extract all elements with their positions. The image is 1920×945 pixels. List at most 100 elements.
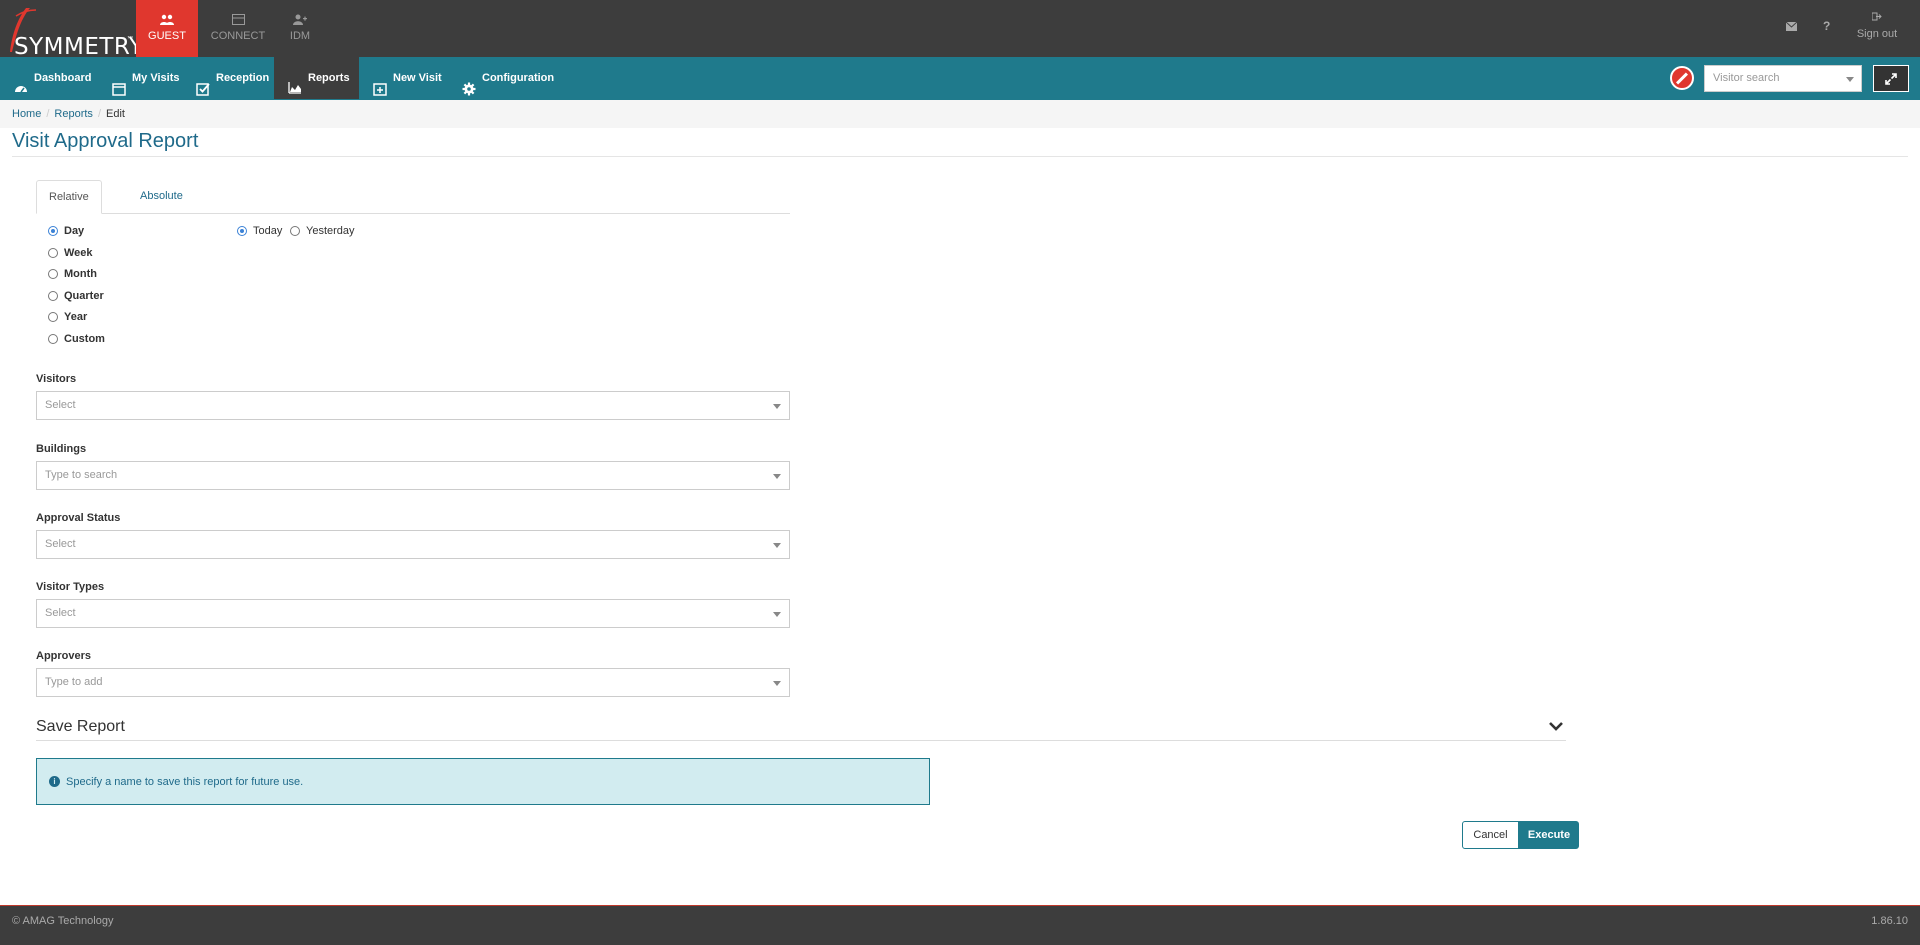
execute-button[interactable]: Execute [1519,821,1579,849]
radio-today-label: Today [253,225,283,237]
radio-month-label: Month [64,268,97,280]
help-icon[interactable]: ? [1823,19,1830,33]
nav-reports[interactable]: Reports [274,57,359,99]
breadcrumb-separator: / [97,108,101,120]
visitors-placeholder: Select [45,399,76,411]
visitor-types-select[interactable]: Select [36,599,790,628]
radio-yesterday-label: Yesterday [306,225,355,237]
radio-yesterday[interactable]: Yesterday [290,225,355,237]
calendar-icon [112,72,126,96]
approvers-placeholder: Type to add [45,676,103,688]
buildings-label: Buildings [36,443,87,455]
chevron-down-icon [773,543,781,548]
radio-button[interactable] [48,248,58,258]
nav-new-visit-label: New Visit [393,72,442,84]
breadcrumb-current: Edit [106,108,125,120]
radio-button[interactable] [48,291,58,301]
module-connect-label: CONNECT [210,30,266,42]
radio-button[interactable] [48,269,58,279]
fullscreen-button[interactable] [1873,65,1909,92]
buildings-placeholder: Type to search [45,469,118,481]
symmetry-logo[interactable]: SYMMETRY ™ [6,6,143,60]
breadcrumb-home[interactable]: Home [12,108,41,120]
radio-button[interactable] [290,226,300,236]
module-idm-label: IDM [289,30,311,42]
radio-quarter-label: Quarter [64,290,104,302]
radio-today[interactable]: Today [237,225,282,237]
nav-dashboard[interactable]: Dashboard [0,57,91,100]
chevron-down-icon [773,612,781,617]
users-icon [160,14,174,26]
date-mode-tabs: Relative Absolute [36,180,790,214]
chevron-down-icon [1846,77,1854,82]
radio-year[interactable]: Year [48,311,87,323]
nav-reception[interactable]: Reception [182,57,269,100]
radio-day[interactable]: Day [48,225,84,237]
radio-button[interactable] [48,312,58,322]
breadcrumb-reports[interactable]: Reports [54,108,93,120]
save-info-alert: i Specify a name to save this report for… [36,758,930,805]
radio-month[interactable]: Month [48,268,97,280]
approval-status-select[interactable]: Select [36,530,790,559]
radio-custom-label: Custom [64,333,105,345]
info-icon: i [49,776,60,787]
sign-out-button[interactable]: Sign out [1852,12,1902,40]
envelope-icon[interactable] [1785,20,1798,34]
tab-relative[interactable]: Relative [36,180,102,214]
page-title: Visit Approval Report [12,130,199,152]
radio-button[interactable] [48,226,58,236]
approval-status-label: Approval Status [36,512,121,524]
check-square-icon [196,72,210,96]
module-guest[interactable]: GUEST [136,0,198,57]
nav-configuration-label: Configuration [482,72,555,84]
approvers-select[interactable]: Type to add [36,668,790,697]
nav-configuration[interactable]: Configuration [448,57,554,100]
calendar-plus-icon [373,72,387,96]
gear-icon [462,72,476,95]
save-report-title[interactable]: Save Report [36,718,125,736]
radio-button[interactable] [237,226,247,236]
module-connect[interactable]: CONNECT [207,0,269,57]
dashboard-icon [14,72,28,92]
footer: © AMAG Technology 1.86.10 [0,905,1920,945]
radio-button[interactable] [48,334,58,344]
breadcrumb: Home / Reports / Edit [0,100,1920,128]
sign-out-label: Sign out [1856,28,1898,40]
breadcrumb-separator: / [46,108,50,120]
nav-reception-label: Reception [216,72,270,84]
nav-dashboard-label: Dashboard [34,72,92,84]
chevron-down-icon [773,404,781,409]
nav-my-visits[interactable]: My Visits [98,57,180,100]
radio-custom[interactable]: Custom [48,333,105,345]
approvers-label: Approvers [36,650,92,662]
visitor-types-label: Visitor Types [36,581,105,593]
nav-my-visits-label: My Visits [132,72,180,84]
main-navbar: Dashboard My Visits Reception Reports Ne… [0,57,1920,100]
area-chart-icon [288,71,302,94]
chevron-down-icon [773,474,781,479]
radio-week[interactable]: Week [48,247,93,259]
visitor-types-placeholder: Select [45,607,76,619]
nav-reports-label: Reports [308,71,350,84]
no-entry-icon[interactable] [1670,66,1694,90]
expand-icon [1885,73,1897,85]
radio-year-label: Year [64,311,88,323]
radio-week-label: Week [64,247,93,259]
module-idm[interactable]: IDM [284,0,316,57]
logo-trademark: ™ [127,36,133,42]
footer-copyright: © AMAG Technology [12,915,114,927]
visitor-search-input[interactable]: Visitor search [1704,65,1862,92]
radio-quarter[interactable]: Quarter [48,290,104,302]
save-info-text: Specify a name to save this report for f… [66,775,304,788]
user-plus-icon [293,14,307,26]
cancel-button[interactable]: Cancel [1462,821,1519,849]
approval-status-placeholder: Select [45,538,76,550]
buildings-select[interactable]: Type to search [36,461,790,490]
footer-version: 1.86.10 [1871,915,1908,927]
visitors-select[interactable]: Select [36,391,790,420]
chevron-down-icon[interactable] [1548,718,1564,734]
sign-out-icon [1852,12,1902,24]
nav-new-visit[interactable]: New Visit [359,57,442,100]
tab-absolute[interactable]: Absolute [128,180,195,214]
chevron-down-icon [773,681,781,686]
